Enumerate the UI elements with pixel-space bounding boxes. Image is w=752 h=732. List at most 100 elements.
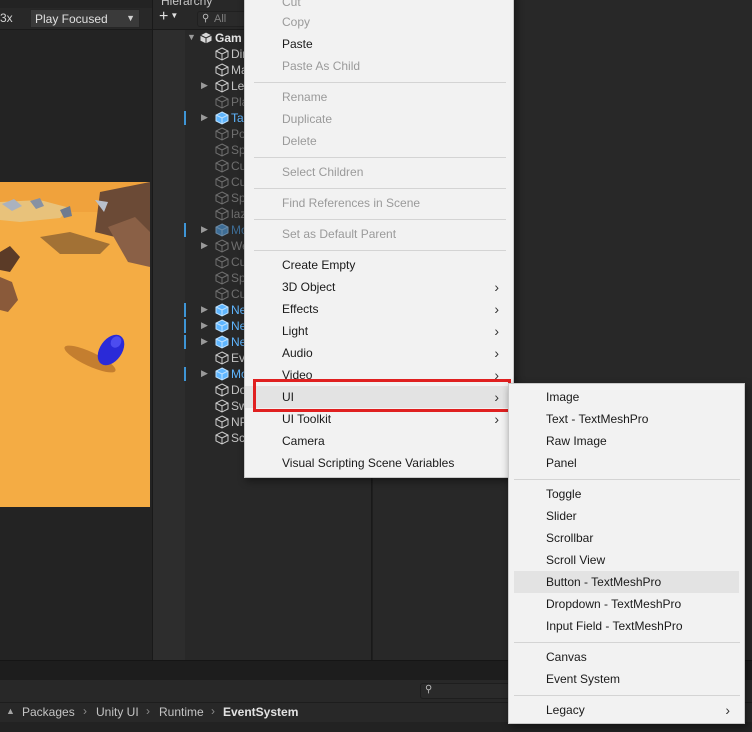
submenu-arrow-icon: › <box>494 323 499 339</box>
gameobject-icon <box>215 271 229 285</box>
chevron-right-icon: › <box>83 704 87 718</box>
caret-down-icon: ▼ <box>170 11 179 20</box>
menu-separator <box>254 157 506 158</box>
hierarchy-gutter <box>153 30 185 660</box>
expand-triangle-icon[interactable]: ▶ <box>201 368 208 379</box>
menu-item-camera[interactable]: Camera <box>245 430 513 452</box>
gameobject-icon <box>215 239 229 253</box>
chevron-right-icon: › <box>211 704 215 718</box>
menu-separator <box>254 188 506 189</box>
scale-label[interactable]: 3x <box>0 11 18 27</box>
prefab-override-marker <box>184 223 186 237</box>
gameobject-icon <box>215 415 229 429</box>
hierarchy-item-label: Le <box>231 79 245 93</box>
play-mode-dropdown[interactable]: Play Focused ▼ <box>30 9 140 28</box>
gameobject-icon <box>215 175 229 189</box>
gameobject-icon <box>215 335 229 349</box>
menu-item-find-references[interactable]: Find References in Scene <box>245 192 513 214</box>
expand-triangle-icon[interactable]: ▶ <box>201 240 208 251</box>
gameobject-icon <box>215 383 229 397</box>
unity-logo-icon <box>199 31 213 45</box>
gameobject-icon <box>215 143 229 157</box>
gameobject-icon <box>215 159 229 173</box>
hierarchy-tab[interactable]: Hierarchy <box>161 0 212 8</box>
menu-separator <box>514 642 740 643</box>
prefab-override-marker <box>184 111 186 125</box>
submenu-item-dropdown-textmeshpro[interactable]: Dropdown - TextMeshPro <box>509 593 744 615</box>
submenu-item-event-system[interactable]: Event System <box>509 668 744 690</box>
menu-item-label: Effects <box>282 302 319 316</box>
menu-separator <box>514 695 740 696</box>
menu-separator <box>254 82 506 83</box>
submenu-item-scrollbar[interactable]: Scrollbar <box>509 527 744 549</box>
menu-item-3d-object[interactable]: 3D Object › <box>245 276 513 298</box>
submenu-arrow-icon: › <box>725 702 730 718</box>
menu-item-set-default-parent[interactable]: Set as Default Parent <box>245 223 513 245</box>
gameobject-icon <box>215 255 229 269</box>
menu-separator <box>254 219 506 220</box>
prefab-override-marker <box>184 367 186 381</box>
search-icon: ⚲ <box>425 684 433 695</box>
submenu-item-panel[interactable]: Panel <box>509 452 744 474</box>
submenu-item-slider[interactable]: Slider <box>509 505 744 527</box>
gameobject-icon <box>215 47 229 61</box>
menu-item-rename[interactable]: Rename <box>245 86 513 108</box>
game-viewport[interactable] <box>0 182 150 507</box>
menu-separator <box>514 479 740 480</box>
game-toolbar: 3x Play Focused ▼ <box>0 8 152 30</box>
project-search-input[interactable]: ⚲ <box>420 683 510 699</box>
expand-triangle-icon[interactable]: ▶ <box>201 336 208 347</box>
menu-item-audio[interactable]: Audio › <box>245 342 513 364</box>
submenu-item-legacy[interactable]: Legacy › <box>509 699 744 721</box>
expand-triangle-icon[interactable]: ▶ <box>201 112 208 123</box>
menu-item-duplicate[interactable]: Duplicate <box>245 108 513 130</box>
submenu-item-image[interactable]: Image <box>509 386 744 408</box>
dropdown-arrow-icon: ▼ <box>126 13 135 23</box>
menu-item-copy[interactable]: Copy <box>245 11 513 33</box>
expand-triangle-icon[interactable]: ▼ <box>187 32 196 42</box>
submenu-item-toggle[interactable]: Toggle <box>509 483 744 505</box>
prefab-override-marker <box>184 335 186 349</box>
scene-name: Gam <box>215 31 242 45</box>
menu-item-paste[interactable]: Paste <box>245 33 513 55</box>
menu-item-effects[interactable]: Effects › <box>245 298 513 320</box>
submenu-item-text-textmeshpro[interactable]: Text - TextMeshPro <box>509 408 744 430</box>
gameobject-icon <box>215 223 229 237</box>
hierarchy-item-label: Sc <box>231 431 246 445</box>
expand-triangle-icon[interactable]: ▶ <box>201 304 208 315</box>
expand-triangle-icon[interactable]: ▶ <box>201 224 208 235</box>
menu-item-delete[interactable]: Delete <box>245 130 513 152</box>
gameobject-icon <box>215 399 229 413</box>
submenu-item-scroll-view[interactable]: Scroll View <box>509 549 744 571</box>
gameobject-icon <box>215 63 229 77</box>
menu-item-label: 3D Object <box>282 280 336 294</box>
menu-item-label: Light <box>282 324 309 338</box>
submenu-item-canvas[interactable]: Canvas <box>509 646 744 668</box>
breadcrumb-packages[interactable]: Packages <box>22 705 75 719</box>
breadcrumb-unity-ui[interactable]: Unity UI <box>96 705 139 719</box>
gameobject-icon <box>215 319 229 333</box>
add-object-button[interactable]: + ▼ <box>159 9 189 27</box>
ui-highlight-box <box>253 379 511 412</box>
search-icon: ⚲ <box>202 13 210 24</box>
expand-triangle-icon[interactable]: ▶ <box>201 320 208 331</box>
ui-submenu: Image Text - TextMeshPro Raw Image Panel… <box>508 383 745 724</box>
menu-item-create-empty[interactable]: Create Empty <box>245 254 513 276</box>
breadcrumb-runtime[interactable]: Runtime <box>159 705 204 719</box>
menu-item-light[interactable]: Light › <box>245 320 513 342</box>
submenu-item-raw-image[interactable]: Raw Image <box>509 430 744 452</box>
gameobject-icon <box>215 127 229 141</box>
submenu-item-input-field-textmeshpro[interactable]: Input Field - TextMeshPro <box>509 615 744 637</box>
menu-item-visual-scripting[interactable]: Visual Scripting Scene Variables <box>245 452 513 474</box>
search-placeholder: All <box>214 13 227 25</box>
breadcrumb-eventsystem[interactable]: EventSystem <box>223 705 298 719</box>
gameobject-icon <box>215 303 229 317</box>
menu-item-select-children[interactable]: Select Children <box>245 161 513 183</box>
expand-triangle-icon[interactable]: ▶ <box>201 80 208 91</box>
menu-item-label: UI Toolkit <box>282 412 332 426</box>
gameobject-icon <box>215 95 229 109</box>
menu-item-paste-as-child[interactable]: Paste As Child <box>245 55 513 77</box>
scroll-up-icon[interactable]: ▲ <box>6 706 15 716</box>
gameobject-icon <box>215 111 229 125</box>
submenu-item-button-textmeshpro[interactable]: Button - TextMeshPro <box>514 571 739 593</box>
